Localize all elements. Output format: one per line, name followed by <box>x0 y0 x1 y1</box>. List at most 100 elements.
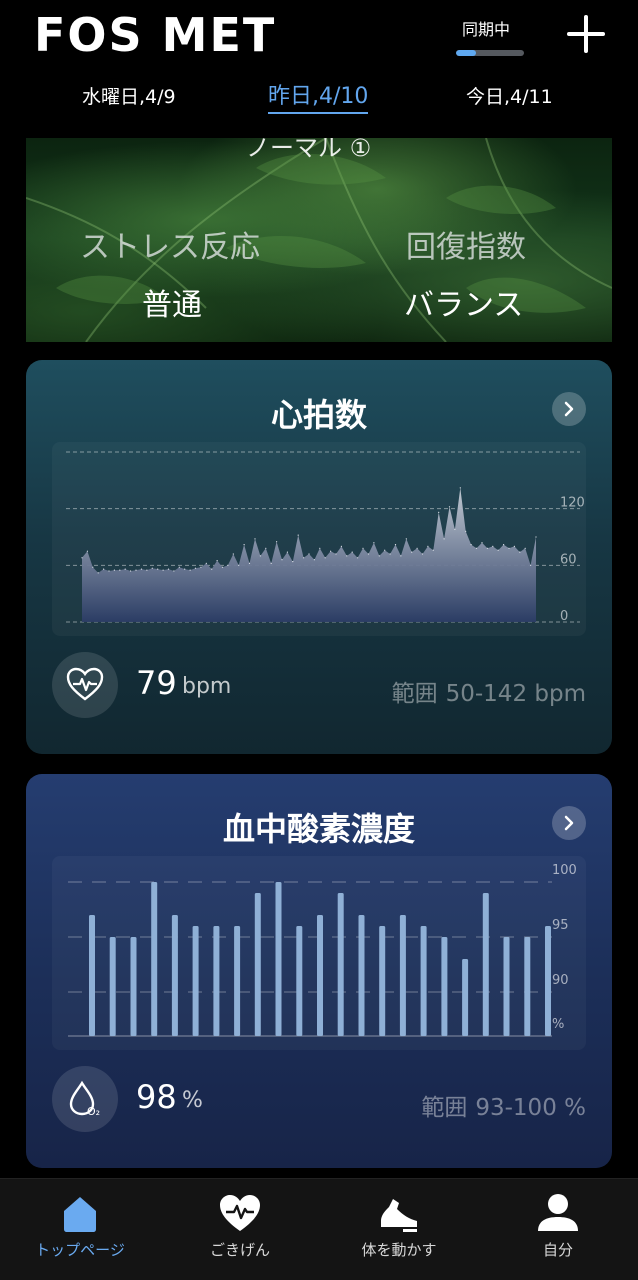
heart-rate-detail-button[interactable] <box>552 392 586 426</box>
heart-rate-point <box>292 561 294 563</box>
spo2-bar <box>524 937 531 1036</box>
heart-rate-point <box>524 547 526 549</box>
spo2-bar <box>545 926 551 1036</box>
heart-rate-point <box>421 553 424 555</box>
heart-rate-chart-svg: 120 60 0 <box>66 451 585 624</box>
heart-rate-point <box>184 568 186 570</box>
nav-tab-exercise[interactable]: 体を動かす <box>319 1179 479 1280</box>
heart-rate-point <box>448 506 451 508</box>
heart-rate-point <box>81 557 83 559</box>
heart-rate-range: 範囲 50-142 bpm <box>392 674 586 708</box>
spo2-bar <box>441 937 448 1036</box>
spo2-bar <box>171 915 178 1036</box>
spo2-bar <box>337 893 344 1036</box>
date-tab-prev[interactable]: 水曜日,4/9 <box>82 82 176 109</box>
heart-rate-point <box>443 538 445 540</box>
heart-rate-point <box>130 570 132 572</box>
heart-rate-point <box>378 555 380 557</box>
spo2-bar <box>482 893 489 1036</box>
heart-rate-point <box>465 530 467 532</box>
nav-label-profile: 自分 <box>542 1241 573 1259</box>
heart-rate-point <box>146 569 148 571</box>
spo2-bar <box>317 915 323 1036</box>
svg-text:O₂: O₂ <box>87 1105 100 1118</box>
heart-rate-point <box>162 569 164 571</box>
heart-rate-point <box>151 567 153 569</box>
heart-rate-point <box>238 564 240 566</box>
spo2-bar <box>254 893 261 1036</box>
heart-rate-point <box>530 564 532 566</box>
heart-rate-point <box>503 544 505 546</box>
heart-rate-title: 心拍数 <box>270 396 367 434</box>
heart-rate-point <box>211 568 213 570</box>
spo2-bar <box>109 937 116 1036</box>
stress-summary-panel[interactable]: ノーマル ① ストレス反応 普通 回復指数 バランス <box>26 138 612 342</box>
heart-rate-point <box>324 557 326 559</box>
heart-rate-point <box>427 545 429 547</box>
spo2-bar <box>151 882 158 1036</box>
recovery-value: バランス <box>404 288 524 323</box>
heart-rate-point <box>119 569 121 571</box>
heart-rate-range-label: 範囲 <box>391 681 438 707</box>
heart-rate-point <box>492 545 494 547</box>
heart-rate-card[interactable]: 心拍数 120 60 0 79 bpm 範囲 50-142 bpm <box>26 360 612 754</box>
nav-tab-home[interactable]: トップページ <box>0 1179 160 1280</box>
nav-tab-profile[interactable]: 自分 <box>478 1179 638 1280</box>
heart-rate-point <box>297 534 299 536</box>
heart-rate-point <box>157 568 159 570</box>
bottom-navigation: トップページ ごきげん 体を動かす 自分 <box>0 1178 638 1280</box>
heart-rate-point <box>475 547 478 549</box>
spo2-bar <box>420 926 427 1036</box>
add-plus-icon[interactable] <box>562 10 610 58</box>
heart-rate-tick-label: 60 <box>560 552 577 567</box>
stress-level-partial: ノーマル ① <box>246 138 372 162</box>
spo2-tick-label: 90 <box>552 973 569 988</box>
heart-rate-point <box>173 570 175 572</box>
heart-rate-point <box>367 553 370 555</box>
heart-rate-point <box>167 568 170 570</box>
sync-status: 同期中 <box>456 16 526 56</box>
blood-oxygen-title: 血中酸素濃度 <box>222 810 415 848</box>
heart-rate-point <box>200 566 202 568</box>
spo2-bar <box>89 915 95 1036</box>
oxygen-icon-badge: O₂ <box>52 1066 118 1132</box>
heart-rate-point <box>481 542 483 544</box>
heart-rate-point <box>335 553 337 555</box>
nav-label-home: トップページ <box>35 1241 125 1259</box>
heart-rate-point <box>227 564 229 566</box>
blood-oxygen-card[interactable]: 血中酸素濃度 100 95 90% O₂ 98 % 範囲 93-100 % <box>26 774 612 1168</box>
recovery-label: 回復指数 <box>406 230 526 265</box>
heart-rate-point <box>373 542 375 544</box>
heart-rate-point <box>243 544 245 546</box>
date-tab-next[interactable]: 今日,4/11 <box>466 82 553 109</box>
heart-rate-point <box>92 566 94 568</box>
blood-oxygen-detail-button[interactable] <box>552 806 586 840</box>
date-tab-current[interactable]: 昨日,4/10 <box>268 78 369 114</box>
heart-rate-point <box>135 569 137 571</box>
heart-rate-point <box>308 553 310 555</box>
heart-rate-point <box>86 550 88 552</box>
spo2-bar <box>503 937 510 1036</box>
spo2-tick-label: 100 <box>552 863 577 878</box>
heart-rate-point <box>189 569 191 571</box>
heart-rate-value: 79 <box>136 664 177 702</box>
heart-rate-point <box>357 557 359 559</box>
spo2-bar <box>130 937 137 1036</box>
heart-rate-point <box>405 538 407 540</box>
heart-rate-point <box>194 567 197 569</box>
chevron-right-icon <box>564 815 574 831</box>
heart-rate-point <box>438 511 440 513</box>
heart-rate-point <box>259 555 261 557</box>
heart-rate-point <box>346 555 348 557</box>
nav-tab-mood[interactable]: ごきげん <box>160 1179 320 1280</box>
heart-rate-point <box>411 551 413 553</box>
spo2-bar <box>358 915 365 1036</box>
spo2-bar <box>399 915 406 1036</box>
heart-rate-point <box>113 569 115 571</box>
heart-rate-point <box>232 553 234 555</box>
heart-rate-point <box>124 568 126 570</box>
heart-rate-point <box>254 538 256 540</box>
heart-rate-point <box>330 550 332 552</box>
heart-rate-point <box>389 553 391 555</box>
heart-icon-badge <box>52 652 118 718</box>
